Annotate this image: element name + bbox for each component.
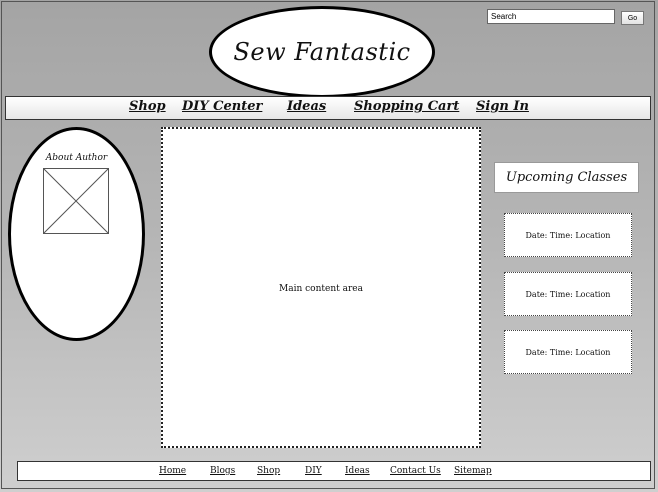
footer-link-sitemap[interactable]: Sitemap xyxy=(454,466,492,476)
site-logo[interactable]: Sew Fantastic xyxy=(209,6,435,98)
search-input[interactable] xyxy=(487,9,615,24)
footer-link-blogs[interactable]: Blogs xyxy=(210,466,235,476)
main-nav: Shop DIY Center Ideas Shopping Cart Sign… xyxy=(5,96,651,120)
upcoming-classes-title: Upcoming Classes xyxy=(494,162,639,193)
nav-diy-center[interactable]: DIY Center xyxy=(182,99,262,114)
logo-text: Sew Fantastic xyxy=(233,38,411,66)
about-author-panel: About Author xyxy=(8,127,145,341)
class-item-text: Date: Time: Location xyxy=(525,289,611,299)
footer-link-shop[interactable]: Shop xyxy=(257,466,280,476)
footer-nav: Home Blogs Shop DIY Ideas Contact Us Sit… xyxy=(17,461,651,481)
footer-link-contact-us[interactable]: Contact Us xyxy=(390,466,441,476)
class-item[interactable]: Date: Time: Location xyxy=(504,213,632,257)
footer-link-ideas[interactable]: Ideas xyxy=(345,466,370,476)
main-content-label: Main content area xyxy=(279,284,363,294)
nav-shopping-cart[interactable]: Shopping Cart xyxy=(354,99,459,114)
about-author-title: About Author xyxy=(45,153,108,163)
nav-sign-in[interactable]: Sign In xyxy=(476,99,529,114)
nav-shop[interactable]: Shop xyxy=(129,99,166,114)
author-photo-placeholder xyxy=(43,168,109,234)
class-item-text: Date: Time: Location xyxy=(525,230,611,240)
class-item[interactable]: Date: Time: Location xyxy=(504,272,632,316)
image-placeholder-icon xyxy=(43,168,109,234)
main-content-area: Main content area xyxy=(161,127,481,448)
footer-link-home[interactable]: Home xyxy=(159,466,186,476)
go-button[interactable]: Go xyxy=(621,11,644,25)
footer-link-diy[interactable]: DIY xyxy=(305,466,322,476)
nav-ideas[interactable]: Ideas xyxy=(287,99,326,114)
class-item-text: Date: Time: Location xyxy=(525,347,611,357)
class-item[interactable]: Date: Time: Location xyxy=(504,330,632,374)
